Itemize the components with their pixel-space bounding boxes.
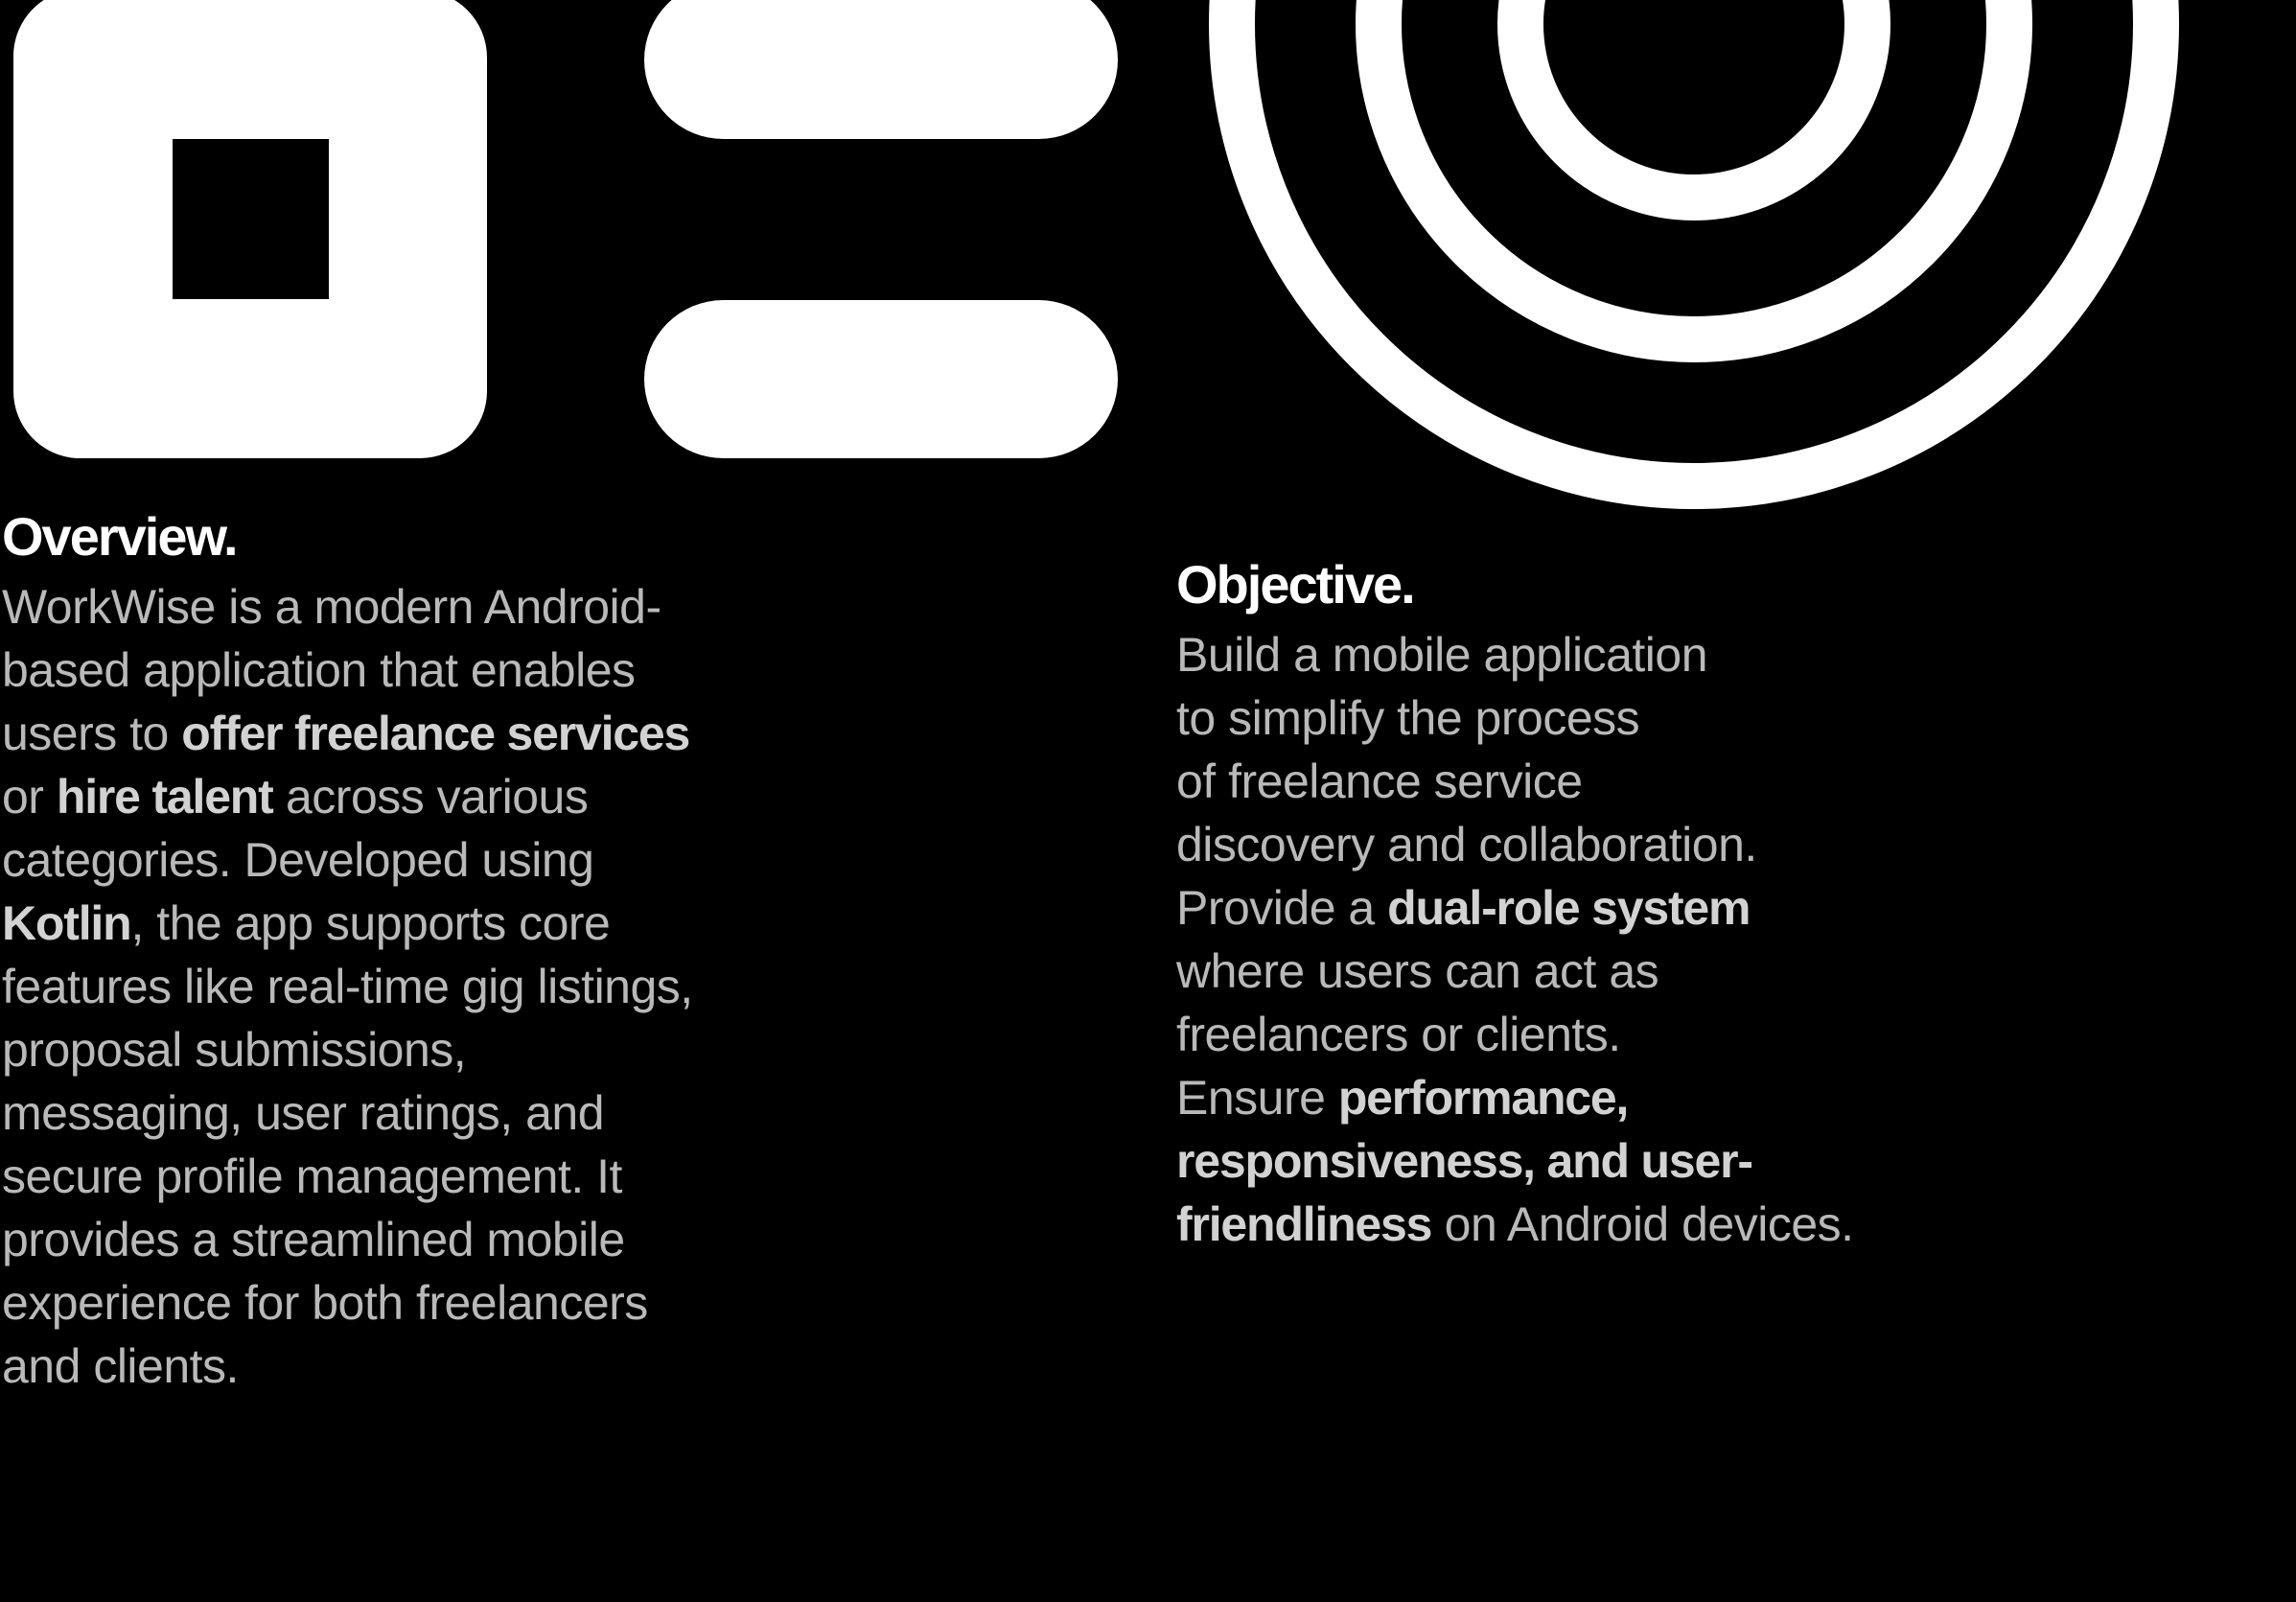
overview-section: Overview. WorkWise is a modern Android-b… [2,499,865,1398]
body-text-segment: and clients. [2,1339,239,1393]
objective-heading: Objective. [1176,554,1416,615]
text-line: where users can act as [1176,940,2039,1003]
text-line: to simplify the process [1176,686,2039,750]
body-text-segment: of freelance service [1176,755,1583,808]
body-text-segment: provides a streamlined mobile [2,1213,625,1266]
body-text-segment: across various [272,770,589,824]
overview-paragraph: WorkWise is a modern Android-based appli… [2,575,865,1398]
emphasis-text: dual-role system [1387,881,1751,935]
body-text-segment: proposal submissions, [2,1023,467,1077]
body-text-segment: messaging, user ratings, and [2,1086,605,1140]
text-line: secure profile management. It [2,1145,865,1208]
body-text-segment: discovery and collaboration. [1176,818,1757,871]
body-text-segment: Ensure [1176,1071,1338,1125]
text-line: or hire talent across various [2,765,865,828]
body-text-segment: experience for both freelancers [2,1276,648,1330]
concentric-rings-shape [1209,0,2179,509]
body-text-segment: secure profile management. It [2,1149,622,1203]
objective-paragraph: Build a mobile application to simplify th… [1176,623,2039,1256]
text-line: of freelance service [1176,750,2039,813]
emphasis-text: offer freelance services [181,707,690,760]
overview-heading: Overview. [2,506,239,567]
body-text-segment: , the app supports core [130,896,611,950]
text-line: categories. Developed using [2,828,865,892]
text-line: discovery and collaboration. [1176,813,2039,876]
text-line: Provide a dual-role system [1176,876,2039,940]
body-text-segment: where users can act as [1176,944,1659,998]
emphasis-text: friendliness [1176,1197,1432,1251]
body-text-segment: features like real-time gig listings, [2,960,693,1013]
text-line: and clients. [2,1335,865,1398]
text-line: Ensure performance, [1176,1066,2039,1129]
text-line: messaging, user ratings, and [2,1081,865,1145]
emphasis-text: hire talent [56,770,274,824]
body-text-segment: Build a mobile application [1176,628,1708,682]
emphasis-text: Kotlin [2,896,132,950]
objective-section: Objective. Build a mobile application to … [1176,546,2039,1256]
text-line: Build a mobile application [1176,623,2039,686]
body-text-segment: or [2,770,57,824]
body-text-segment: to simplify the process [1176,691,1640,745]
text-line: Kotlin, the app supports core [2,892,865,955]
text-line: based application that enables [2,638,865,702]
text-line: provides a streamlined mobile [2,1208,865,1271]
text-line: WorkWise is a modern Android- [2,575,865,638]
body-text-segment: Provide a [1176,881,1388,935]
text-line: features like real-time gig listings, [2,955,865,1018]
text-line: friendliness on Android devices. [1176,1193,2039,1256]
text-line: freelancers or clients. [1176,1003,2039,1066]
pill-shape [644,0,1118,139]
body-text-segment: WorkWise is a modern Android- [2,580,661,634]
body-text-segment: categories. Developed using [2,833,594,887]
text-line: users to offer freelance services [2,702,865,765]
text-line: proposal submissions, [2,1018,865,1081]
body-text-segment: users to [2,707,182,760]
pill-shape [644,300,1118,458]
body-text-segment: on Android devices. [1431,1197,1854,1251]
body-text-segment: based application that enables [2,643,636,697]
emphasis-text: performance, [1337,1071,1630,1125]
body-text-segment: freelancers or clients. [1176,1008,1621,1061]
page: { "colors": { "background": "#000000", "… [0,0,2296,1602]
text-line: experience for both freelancers [2,1271,865,1335]
emphasis-text: responsiveness, and user- [1176,1134,1753,1188]
square-frame-shape [12,0,487,458]
text-line: responsiveness, and user- [1176,1129,2039,1193]
